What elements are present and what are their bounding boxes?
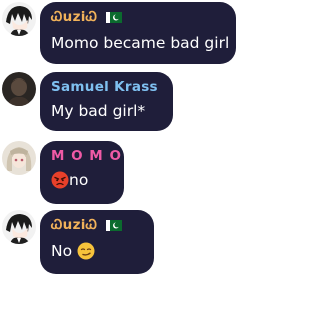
- anime-avatar-icon: [2, 2, 36, 36]
- message-text: My bad girl*: [51, 102, 146, 120]
- message-bubble[interactable]: M O M O no: [40, 141, 124, 204]
- sender-name[interactable]: Samuel Krass: [51, 78, 162, 96]
- avatar[interactable]: [2, 141, 36, 175]
- avatar[interactable]: [2, 2, 36, 36]
- sender-name[interactable]: ᏇuziᏇ: [51, 216, 143, 236]
- message-text: No: [51, 240, 143, 266]
- sender-name[interactable]: ᏇuziᏇ: [51, 8, 225, 28]
- message-bubble[interactable]: ᏇuziᏇ Momo became bad girl: [40, 2, 236, 64]
- message-bubble[interactable]: Samuel Krass My bad girl*: [40, 72, 173, 131]
- anime-girl-avatar-icon: [2, 141, 36, 175]
- angry-face-icon: [51, 171, 69, 195]
- sender-name[interactable]: M O M O: [51, 147, 121, 165]
- pakistan-flag-icon: [106, 218, 123, 236]
- message-text: Momo became bad girl: [51, 34, 230, 52]
- avatar[interactable]: [2, 72, 36, 106]
- message-bubble[interactable]: ᏇuziᏇ No: [40, 210, 154, 274]
- message-text: no: [51, 169, 113, 195]
- avatar[interactable]: [2, 210, 36, 244]
- smirk-face-icon: [77, 242, 95, 266]
- pakistan-flag-icon: [106, 10, 123, 28]
- anime-avatar-icon: [2, 210, 36, 244]
- dark-photo-avatar-icon: [2, 72, 36, 106]
